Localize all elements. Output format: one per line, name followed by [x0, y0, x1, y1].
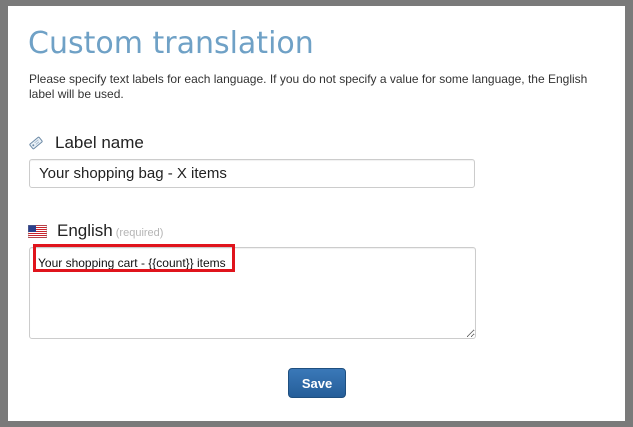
label-name-label: Label name [28, 132, 144, 154]
label-name-text: Label name [55, 133, 144, 152]
english-textarea[interactable]: Your shopping cart - {{count}} items [29, 247, 476, 339]
required-indicator: (required) [115, 227, 164, 239]
label-name-input[interactable] [29, 159, 475, 188]
us-flag-icon [27, 224, 48, 238]
english-label: English (required) [27, 220, 164, 242]
dialog-description: Please specify text labels for each lang… [29, 72, 588, 101]
english-label-text: English [57, 221, 113, 240]
save-button[interactable]: Save [288, 368, 346, 398]
dialog-title: Custom translation [28, 26, 314, 61]
tag-icon [28, 135, 44, 151]
custom-translation-dialog: Custom translation Please specify text l… [8, 6, 625, 421]
